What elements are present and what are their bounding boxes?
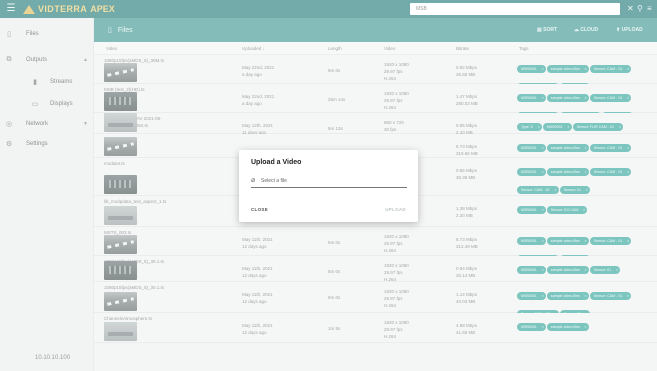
- upload-submit-button[interactable]: UPLOAD: [385, 207, 406, 212]
- upload-dialog: Upload a Video ⌀ Select a file CLOSE UPL…: [239, 150, 418, 222]
- paperclip-icon: ⌀: [251, 177, 256, 184]
- dialog-title: Upload a Video: [251, 159, 302, 166]
- file-placeholder: Select a file: [261, 178, 287, 184]
- file-input[interactable]: ⌀ Select a file: [251, 175, 407, 188]
- close-button[interactable]: CLOSE: [251, 207, 268, 212]
